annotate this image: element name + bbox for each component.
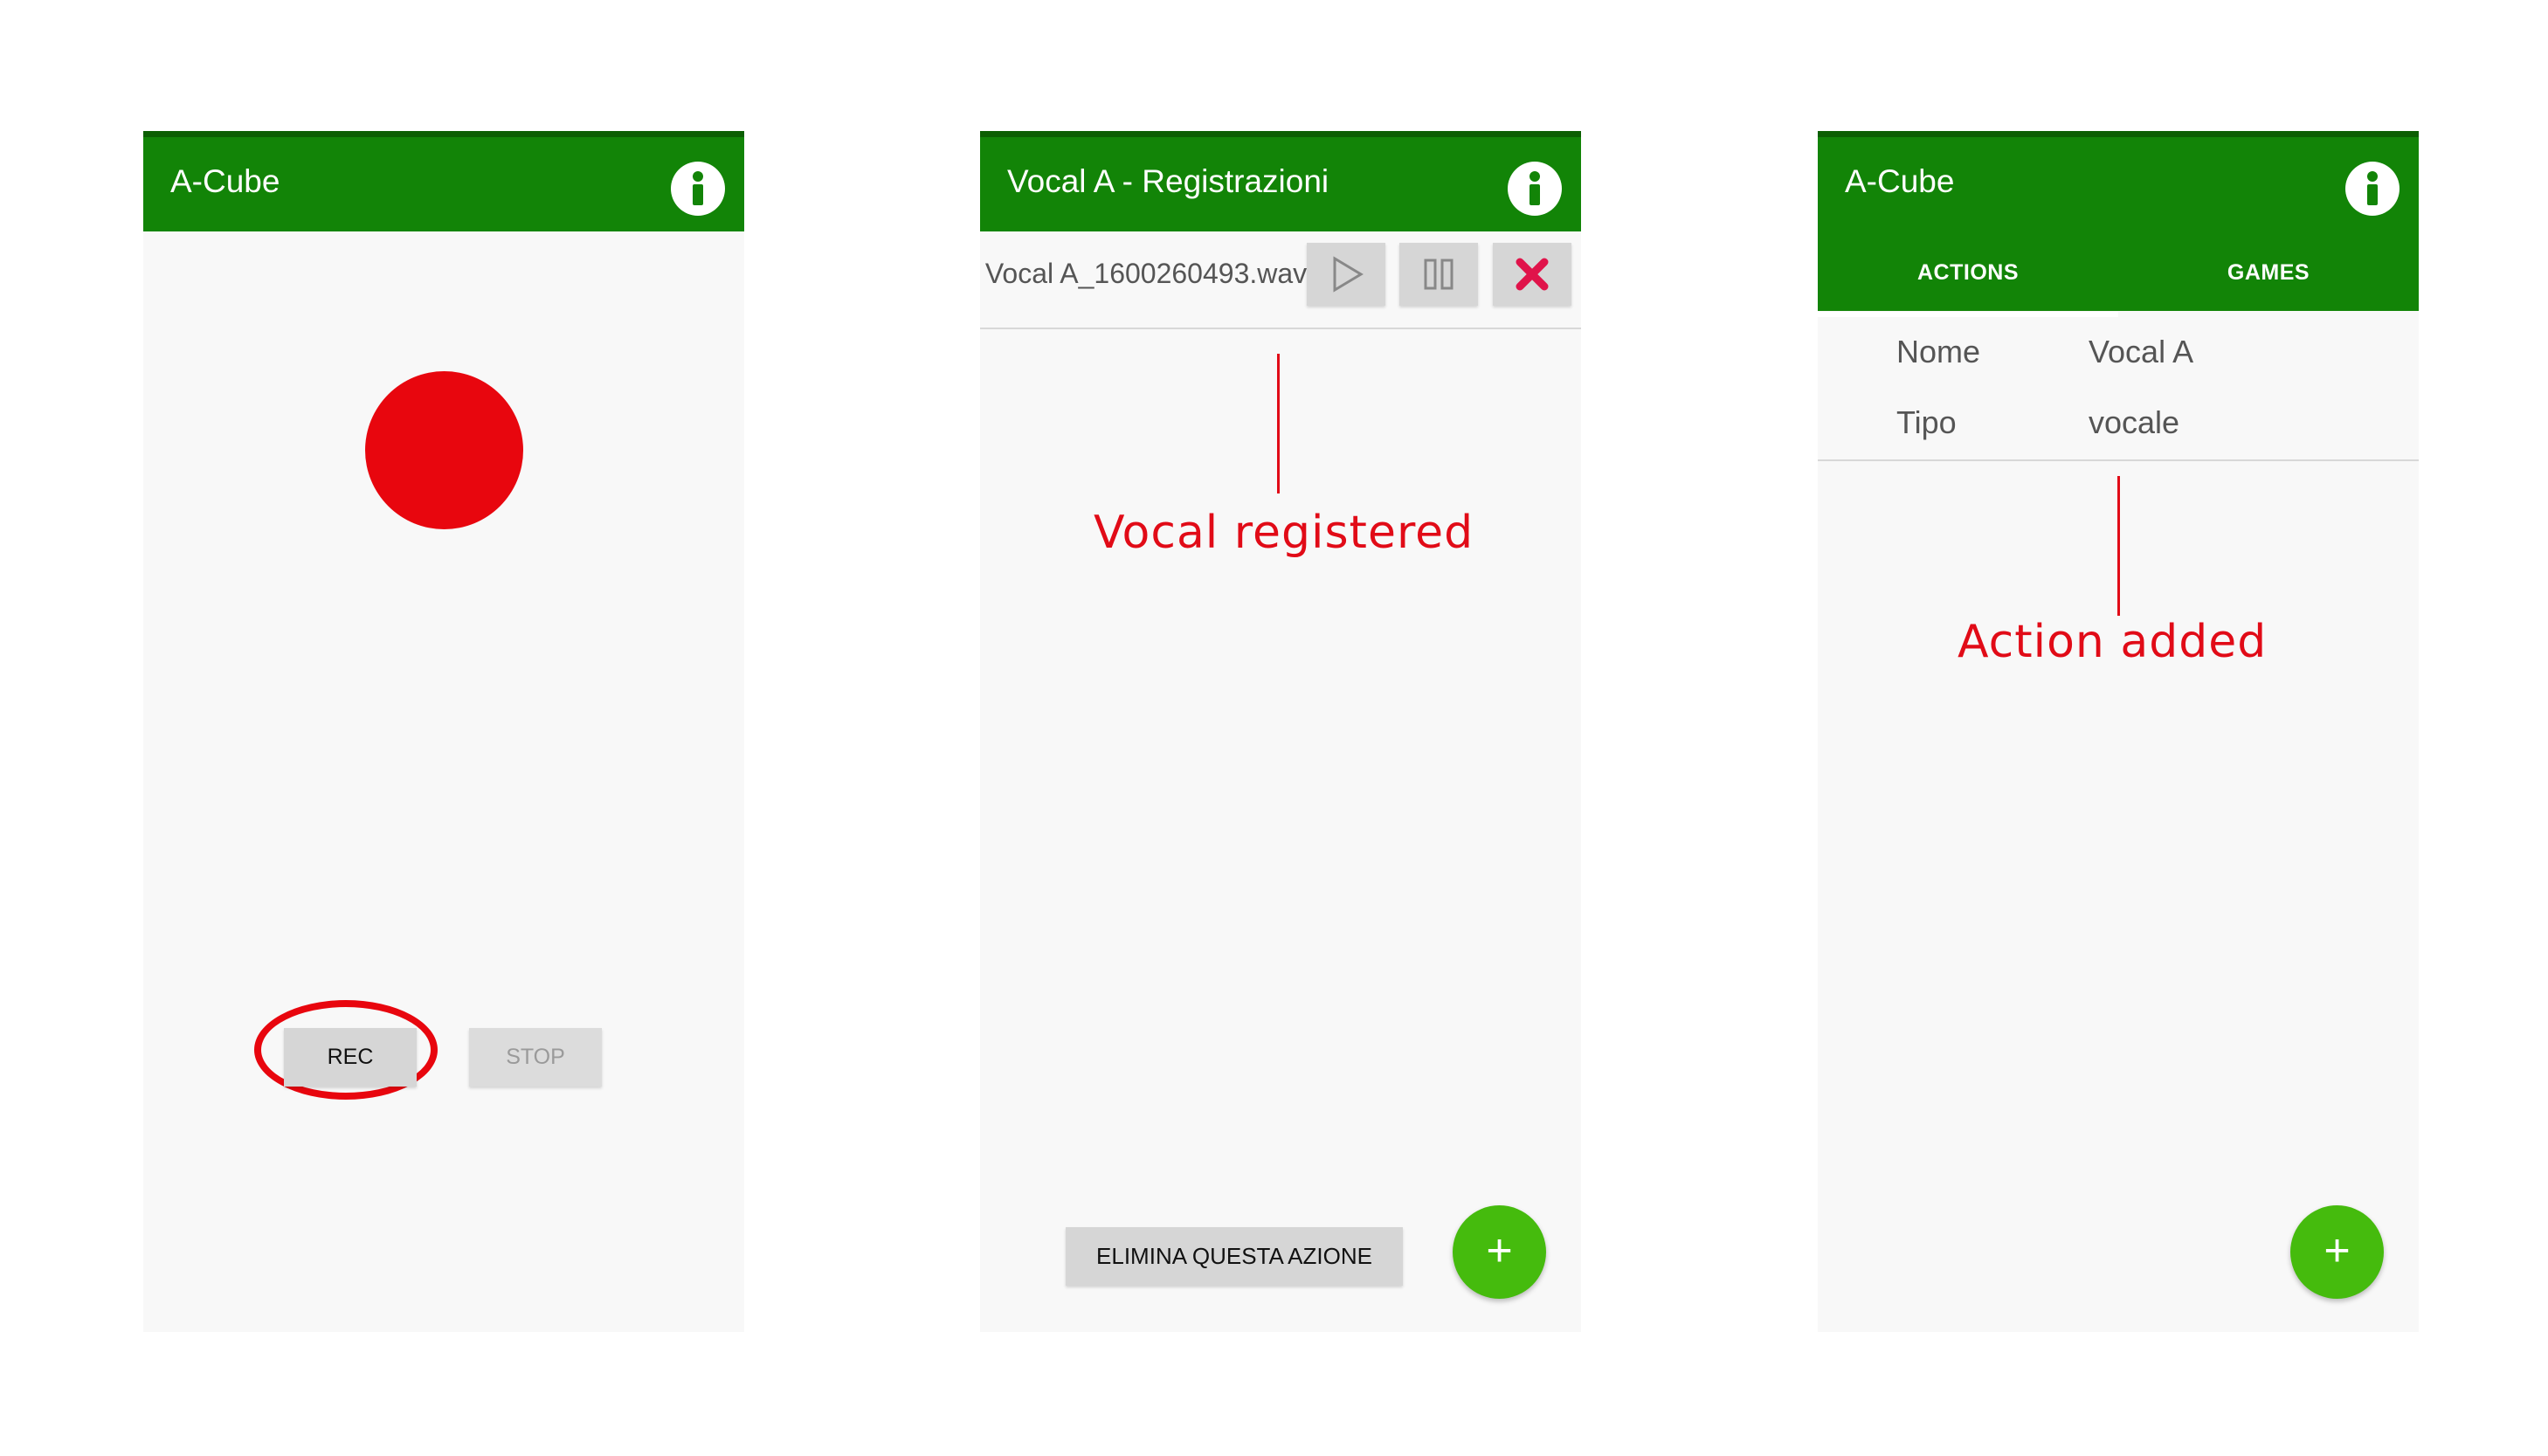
recording-indicator: [365, 371, 523, 529]
recording-row: Vocal A_1600260493.wav: [980, 231, 1581, 329]
app-title: A-Cube: [1845, 163, 1955, 199]
info-icon[interactable]: [1508, 162, 1562, 216]
delete-action-button[interactable]: ELIMINA QUESTA AZIONE: [1066, 1227, 1403, 1286]
app-title: A-Cube: [170, 163, 280, 199]
annotation-label: Action added: [1958, 616, 2268, 668]
tab-bar: ACTIONS GAMES: [1818, 238, 2419, 317]
annotation-pointer: [1277, 354, 1280, 493]
recorder-screen: A-Cube REC STOP: [143, 131, 744, 1332]
rec-button[interactable]: REC: [284, 1028, 417, 1087]
add-button[interactable]: +: [1453, 1205, 1546, 1299]
tab-games[interactable]: GAMES: [2118, 238, 2419, 317]
close-icon: [1516, 258, 1549, 291]
tab-actions[interactable]: ACTIONS: [1818, 238, 2118, 317]
divider: [1818, 459, 2419, 461]
property-value: Vocal A: [2089, 334, 2194, 369]
annotation-label: Vocal registered: [1094, 507, 1474, 559]
stop-button[interactable]: STOP: [469, 1028, 602, 1087]
recordings-screen: Vocal A - Registrazioni Vocal A_16002604…: [980, 131, 1581, 1332]
app-bar: A-Cube: [143, 131, 744, 231]
app-bar: Vocal A - Registrazioni: [980, 131, 1581, 231]
pause-icon: [1424, 259, 1454, 290]
add-button[interactable]: +: [2290, 1205, 2384, 1299]
info-icon[interactable]: [2345, 162, 2400, 216]
annotation-pointer: [2117, 476, 2120, 616]
actions-screen: A-Cube ACTIONS GAMES Nome Vocal A Tipo v…: [1818, 131, 2419, 1332]
property-row-type: Tipo vocale: [1818, 404, 2419, 474]
app-bar: A-Cube ACTIONS GAMES: [1818, 131, 2419, 317]
info-icon[interactable]: [671, 162, 725, 216]
property-value: vocale: [2089, 404, 2180, 440]
pause-button[interactable]: [1399, 243, 1478, 306]
property-key: Tipo: [1896, 404, 1957, 440]
app-title: Vocal A - Registrazioni: [1007, 163, 1329, 199]
recording-file-name: Vocal A_1600260493.wav: [984, 258, 1308, 289]
tab-indicator: [1818, 312, 2118, 317]
delete-button[interactable]: [1493, 243, 1571, 306]
play-icon: [1333, 256, 1364, 293]
property-key: Nome: [1896, 334, 1981, 369]
play-button[interactable]: [1307, 243, 1385, 306]
property-row-name: Nome Vocal A: [1818, 334, 2419, 404]
